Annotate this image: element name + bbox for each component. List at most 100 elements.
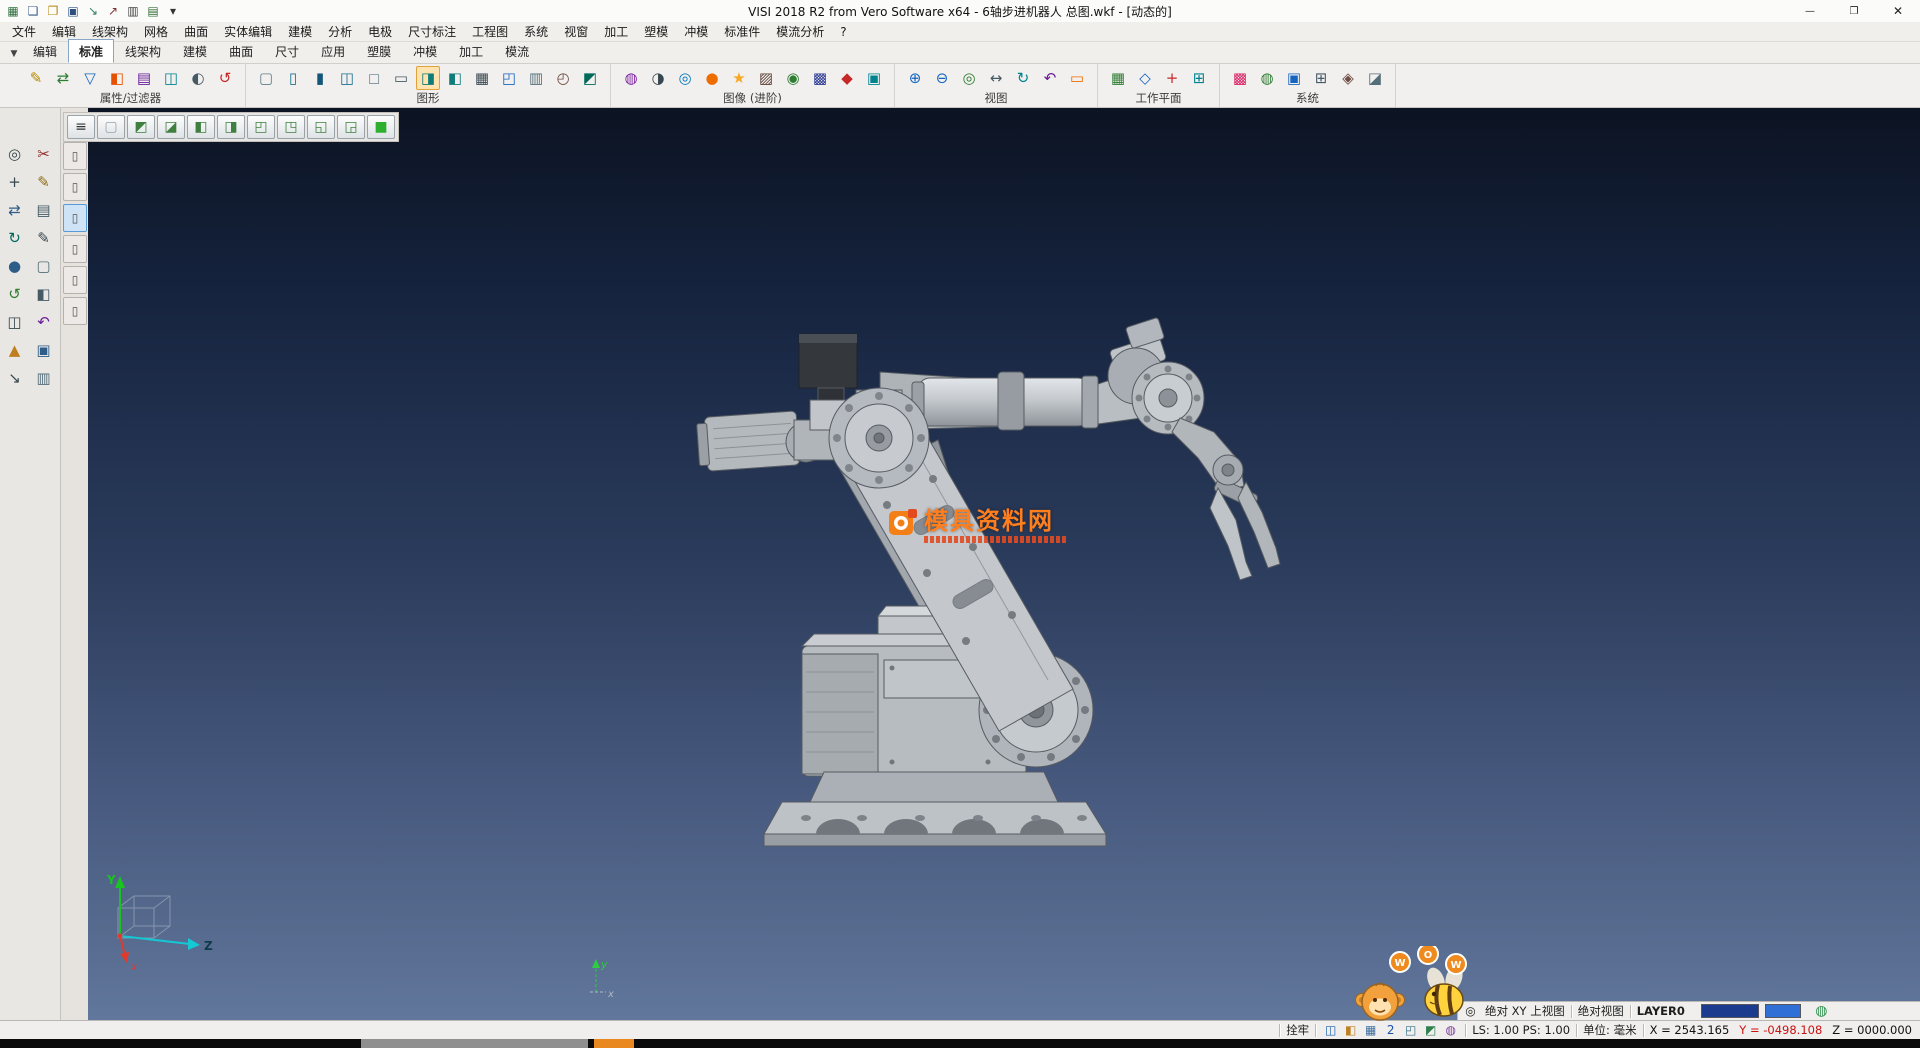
menu-item[interactable]: 塑模 xyxy=(636,23,676,40)
export-icon[interactable]: ↗ xyxy=(104,2,122,20)
compare-view-icon[interactable]: ◩ xyxy=(578,66,602,90)
sheet-tool-icon[interactable]: ▢ xyxy=(32,254,56,278)
ribbon-tab[interactable]: 加工 xyxy=(448,39,494,63)
view-bottom-button[interactable]: ◲ xyxy=(337,115,365,139)
quick-access-dropdown-icon[interactable]: ▾ xyxy=(164,2,182,20)
close-button[interactable]: ✕ xyxy=(1876,0,1920,22)
scale-indicator[interactable]: LS: 1.00 PS: 1.00 xyxy=(1472,1023,1570,1037)
menu-item[interactable]: 尺寸标注 xyxy=(400,23,464,40)
window-zoom-icon[interactable]: ▭ xyxy=(1065,66,1089,90)
ribbon-tab[interactable]: 尺寸 xyxy=(264,39,310,63)
element-filter-icon[interactable]: ◫ xyxy=(159,66,183,90)
undo-tool-icon[interactable]: ↶ xyxy=(32,310,56,334)
sketch-tool-icon[interactable]: ✎ xyxy=(32,170,56,194)
reflection-icon[interactable]: ◎ xyxy=(673,66,697,90)
curvature-icon[interactable]: ◉ xyxy=(781,66,805,90)
solid-tool-icon[interactable]: ◧ xyxy=(32,282,56,306)
ribbon-tab[interactable]: 建模 xyxy=(172,39,218,63)
snapshot-icon[interactable]: ▣ xyxy=(862,66,886,90)
os-taskbar[interactable] xyxy=(0,1039,1920,1048)
menu-item[interactable]: 冲模 xyxy=(676,23,716,40)
layer-color-swatch-secondary[interactable] xyxy=(1765,1004,1801,1018)
layer-count-badge[interactable]: 2 xyxy=(1382,1023,1399,1038)
view-right-button[interactable]: ◰ xyxy=(247,115,275,139)
clip-toggle-4[interactable]: ▯ xyxy=(63,235,87,263)
flag-tool-icon[interactable]: ▲ xyxy=(3,338,27,362)
outline-view-icon[interactable]: ▭ xyxy=(389,66,413,90)
reset-filter-icon[interactable]: ↺ xyxy=(213,66,237,90)
view-top-button[interactable]: ◧ xyxy=(187,115,215,139)
menu-item[interactable]: 线架构 xyxy=(84,23,136,40)
maximize-button[interactable]: ❐ xyxy=(1832,0,1876,22)
page-setup-icon[interactable]: ◪ xyxy=(1363,66,1387,90)
save-icon[interactable]: ▣ xyxy=(64,2,82,20)
menu-item[interactable]: 建模 xyxy=(280,23,320,40)
attribute-edit-icon[interactable]: ✎ xyxy=(24,66,48,90)
material-icon[interactable]: ● xyxy=(700,66,724,90)
pan-icon[interactable]: ↔ xyxy=(984,66,1008,90)
print-icon[interactable]: ▥ xyxy=(124,2,142,20)
visibility-filter-icon[interactable]: ◐ xyxy=(186,66,210,90)
taskbar-highlight-segment[interactable] xyxy=(594,1039,634,1048)
menu-item[interactable]: 工程图 xyxy=(464,23,516,40)
menu-item[interactable]: ? xyxy=(832,25,854,39)
layer-color-swatch-primary[interactable] xyxy=(1701,1004,1759,1018)
solid-mode-icon[interactable]: ◩ xyxy=(1422,1023,1439,1038)
snap-settings-icon[interactable]: ◧ xyxy=(1342,1023,1359,1038)
workplane-origin-icon[interactable]: + xyxy=(1160,66,1184,90)
transparent-view-icon[interactable]: ▥ xyxy=(524,66,548,90)
menu-item[interactable]: 加工 xyxy=(596,23,636,40)
view-search-icon[interactable]: ◎ xyxy=(1462,1004,1479,1019)
active-layer-indicator[interactable]: LAYER0 xyxy=(1637,1004,1685,1018)
view-left-button[interactable]: ◳ xyxy=(277,115,305,139)
ribbon-tab[interactable]: 曲面 xyxy=(218,39,264,63)
ribbon-tab[interactable]: 编辑 xyxy=(22,39,68,63)
system-globe-icon[interactable]: ◍ xyxy=(1255,66,1279,90)
menu-item[interactable]: 模流分析 xyxy=(768,23,832,40)
viewport-3d[interactable] xyxy=(88,108,1920,1020)
ribbon-tab[interactable]: 标准 xyxy=(68,39,114,63)
color-palette-icon[interactable]: ▩ xyxy=(1228,66,1252,90)
previous-view-icon[interactable]: ↶ xyxy=(1038,66,1062,90)
open-file-icon[interactable]: ❐ xyxy=(44,2,62,20)
rotate-tool-icon[interactable]: ↻ xyxy=(3,226,27,250)
export-tool-icon[interactable]: ↘ xyxy=(3,366,27,390)
filter-icon[interactable]: ▽ xyxy=(78,66,102,90)
render-mode-icon[interactable]: ◍ xyxy=(1442,1023,1459,1038)
shaded-edges-icon[interactable]: ◨ xyxy=(416,66,440,90)
menu-item[interactable]: 分析 xyxy=(320,23,360,40)
refresh-tool-icon[interactable]: ↺ xyxy=(3,282,27,306)
section-tool-icon[interactable]: ◫ xyxy=(3,310,27,334)
clip-toggle-3[interactable]: ▯ xyxy=(63,204,87,232)
clip-toggle-1[interactable]: ▯ xyxy=(63,142,87,170)
view-shaded-button[interactable]: ■ xyxy=(367,115,395,139)
render-quality-icon[interactable]: ◍ xyxy=(619,66,643,90)
minimize-button[interactable]: — xyxy=(1788,0,1832,22)
menu-item[interactable]: 系统 xyxy=(516,23,556,40)
section-view-icon[interactable]: ◰ xyxy=(497,66,521,90)
import-icon[interactable]: ↘ xyxy=(84,2,102,20)
clip-toggle-5[interactable]: ▯ xyxy=(63,266,87,294)
snap-grid-icon[interactable]: ⊞ xyxy=(1309,66,1333,90)
delete-tool-icon[interactable]: ✂ xyxy=(32,142,56,166)
lock-display-icon[interactable]: ◫ xyxy=(1322,1023,1339,1038)
view-mode-indicator[interactable]: 绝对 XY 上视图 xyxy=(1485,1003,1565,1019)
menu-item[interactable]: 电极 xyxy=(360,23,400,40)
snap-tool-icon[interactable]: + xyxy=(3,170,27,194)
globe-icon[interactable]: ◍ xyxy=(1813,1004,1830,1019)
menu-item[interactable]: 标准件 xyxy=(716,23,768,40)
menu-item[interactable]: 编辑 xyxy=(44,23,84,40)
ribbon-tab[interactable]: 模流 xyxy=(494,39,540,63)
layer-filter-icon[interactable]: ▤ xyxy=(132,66,156,90)
wireframe-cylinder-icon[interactable]: ▯ xyxy=(281,66,305,90)
texture-view-icon[interactable]: ▦ xyxy=(470,66,494,90)
zebra-icon[interactable]: ▩ xyxy=(808,66,832,90)
print-tool-icon[interactable]: ▥ xyxy=(32,366,56,390)
zoom-fit-icon[interactable]: ◎ xyxy=(957,66,981,90)
analysis-view-icon[interactable]: ◴ xyxy=(551,66,575,90)
workplane-icon[interactable]: ◰ xyxy=(1402,1023,1419,1038)
menu-item[interactable]: 视窗 xyxy=(556,23,596,40)
menu-item[interactable]: 网格 xyxy=(136,23,176,40)
view-list-button[interactable]: ≡ xyxy=(67,115,95,139)
ribbon-tab[interactable]: 应用 xyxy=(310,39,356,63)
